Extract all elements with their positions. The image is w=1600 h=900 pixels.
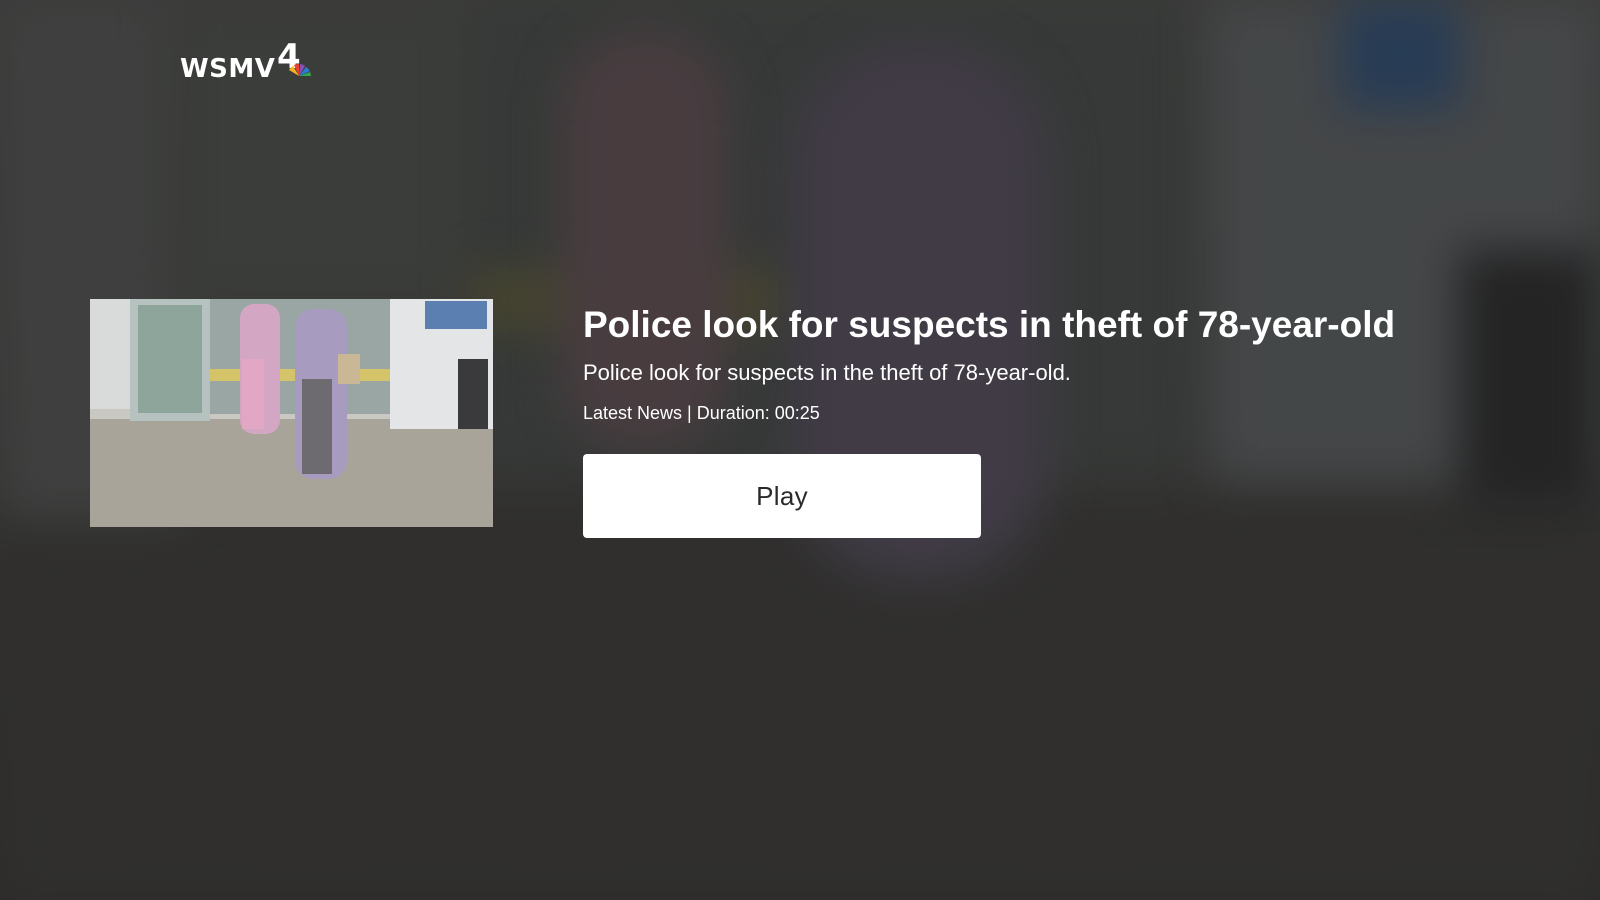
video-info: Police look for suspects in theft of 78-… (583, 302, 1563, 424)
video-duration: Duration: 00:25 (696, 403, 820, 423)
station-logo: WSMV 4 (180, 38, 319, 82)
video-title: Police look for suspects in theft of 78-… (583, 304, 1396, 345)
peacock-icon: 4 (277, 38, 312, 77)
meta-separator: | (687, 403, 692, 423)
thumbnail-scene (90, 299, 493, 527)
video-detail-screen: WSMV 4 Police look for suspects in theft… (0, 0, 1600, 900)
logo-text: WSMV (180, 54, 276, 84)
video-thumbnail[interactable] (90, 299, 493, 527)
video-description: Police look for suspects in the theft of… (583, 360, 1071, 385)
play-button[interactable]: Play (583, 454, 981, 538)
video-meta: Latest News | Duration: 00:25 (583, 402, 1563, 424)
video-category: Latest News (583, 403, 683, 423)
